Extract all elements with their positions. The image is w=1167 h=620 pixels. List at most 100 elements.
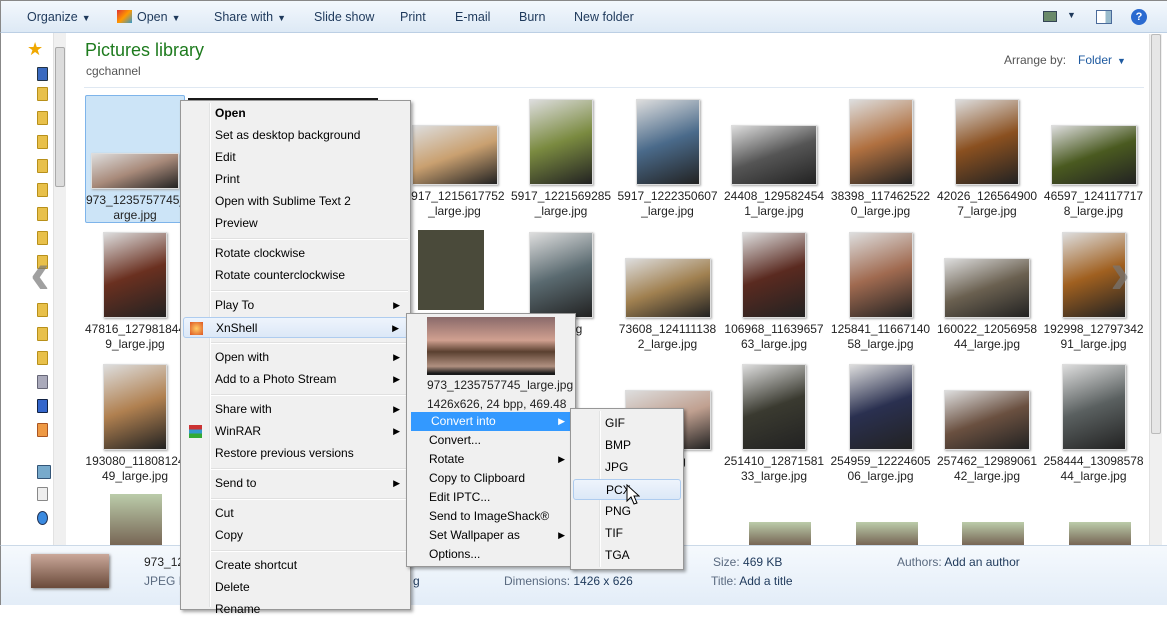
submenu-arrow-icon: ▶ (392, 323, 399, 333)
burn-button[interactable]: Burn (519, 10, 545, 24)
menu-item-open-with-sublime-text-2[interactable]: Open with Sublime Text 2 (183, 191, 408, 212)
slide-show-button[interactable]: Slide show (314, 10, 374, 24)
file-item[interactable]: 5917_1215617752 _large.jpg (405, 95, 505, 223)
nav-scrollbar[interactable] (53, 33, 66, 545)
menu-item-gif[interactable]: GIF (573, 413, 681, 434)
document-icon[interactable] (37, 487, 48, 501)
file-item[interactable]: 973_1235757745_l arge.jpg (85, 95, 189, 223)
print-button[interactable]: Print (400, 10, 426, 24)
menu-item-rotate-counterclockwise[interactable]: Rotate counterclockwise (183, 265, 408, 286)
menu-item-rotate[interactable]: Rotate ▶ (409, 450, 573, 469)
open-icon (117, 10, 132, 23)
file-item[interactable]: 42026_126564900 7_large.jpg (937, 95, 1037, 223)
menu-item-edit-iptc[interactable]: Edit IPTC... (409, 488, 573, 507)
folder-icon[interactable] (37, 135, 48, 149)
network-icon[interactable] (37, 465, 51, 479)
preview-pane-icon[interactable] (1096, 10, 1112, 24)
file-item[interactable]: 5917_1222350607 _large.jpg (618, 95, 718, 223)
menu-item-send-to-imageshack[interactable]: Send to ImageShack® (409, 507, 573, 526)
help-icon[interactable]: ? (1131, 9, 1147, 25)
share-with-button[interactable]: Share with ▼ (214, 10, 286, 24)
menu-item-bmp[interactable]: BMP (573, 435, 681, 456)
views-dropdown-icon[interactable]: ▼ (1067, 10, 1076, 20)
menu-item-preview[interactable]: Preview (183, 213, 408, 234)
menu-item-convert-into[interactable]: Convert into ▶ (411, 412, 573, 431)
file-item[interactable]: 193080_11808124 49_large.jpg (85, 360, 185, 488)
menu-item-convert[interactable]: Convert... (409, 431, 573, 450)
folder-icon[interactable] (37, 159, 48, 173)
file-item[interactable]: 46597_124117717 8_large.jpg (1044, 95, 1144, 223)
authors-field[interactable]: Add an author (944, 555, 1019, 569)
title-field[interactable]: Add a title (739, 574, 792, 588)
folder-icon[interactable] (37, 87, 48, 101)
file-item[interactable]: 160022_12056958 44_large.jpg (937, 228, 1037, 356)
computer-icon[interactable] (37, 375, 48, 389)
menu-item-jpg[interactable]: JPG (573, 457, 681, 478)
menu-item-rotate-clockwise[interactable]: Rotate clockwise (183, 243, 408, 264)
file-item[interactable]: 251410_12871581 33_large.jpg (724, 360, 824, 488)
menu-item-label: XnShell (216, 321, 258, 335)
menu-item-winrar[interactable]: WinRAR ▶ (183, 421, 408, 442)
file-thumbnail (749, 522, 811, 545)
views-icon[interactable] (1043, 11, 1057, 22)
previous-arrow-icon[interactable]: ‹ (30, 238, 50, 307)
menu-item-play-to[interactable]: Play To ▶ (183, 295, 408, 316)
menu-item-copy[interactable]: Copy (183, 525, 408, 546)
file-item[interactable]: 258444_13098578 44_large.jpg (1044, 360, 1144, 488)
folder-icon[interactable] (37, 327, 48, 341)
nav-scrollbar-thumb[interactable] (55, 47, 65, 187)
file-thumbnail (848, 99, 913, 185)
folder-icon[interactable] (37, 183, 48, 197)
content-scrollbar[interactable] (1149, 34, 1162, 545)
menu-item-print[interactable]: Print (183, 169, 408, 190)
email-button[interactable]: E-mail (455, 10, 490, 24)
organize-button[interactable]: Organize ▼ (27, 10, 91, 24)
file-thumbnail (944, 390, 1030, 450)
file-item[interactable]: 125841_11667140 58_large.jpg (831, 228, 931, 356)
new-folder-button[interactable]: New folder (574, 10, 634, 24)
file-item[interactable]: 73608_124111138 2_large.jpg (618, 228, 718, 356)
drive-icon[interactable] (37, 423, 48, 437)
file-item[interactable]: 106968_11639657 63_large.jpg (724, 228, 824, 356)
file-item[interactable]: 5917_1221569285 _large.jpg (511, 95, 611, 223)
xnshell-icon (190, 322, 203, 335)
drive-icon[interactable] (37, 399, 48, 413)
menu-item-send-to[interactable]: Send to ▶ (183, 473, 408, 494)
open-button[interactable]: Open ▼ (117, 10, 181, 24)
menu-item-tif[interactable]: TIF (573, 523, 681, 544)
folder-icon[interactable] (37, 111, 48, 125)
file-item[interactable]: 254959_12224605 06_large.jpg (831, 360, 931, 488)
menu-item-create-shortcut[interactable]: Create shortcut (183, 555, 408, 576)
menu-item-cut[interactable]: Cut (183, 503, 408, 524)
menu-item-rename[interactable]: Rename (183, 599, 408, 620)
menu-item-label: Create shortcut (215, 558, 298, 572)
file-name: 192998_12797342 91_large.jpg (1043, 322, 1144, 351)
menu-item-delete[interactable]: Delete (183, 577, 408, 598)
menu-item-options[interactable]: Options... (409, 545, 573, 564)
folder-icon[interactable] (37, 351, 48, 365)
network-icon[interactable] (37, 511, 48, 525)
menu-item-share-with[interactable]: Share with ▶ (183, 399, 408, 420)
file-item[interactable]: 24408_129582454 1_large.jpg (724, 95, 824, 223)
menu-item-open[interactable]: Open (183, 103, 408, 124)
content-scrollbar-thumb[interactable] (1151, 34, 1161, 434)
favorites-star-icon[interactable]: ★ (27, 39, 43, 60)
folder-icon[interactable] (37, 207, 48, 221)
file-thumbnail (962, 522, 1024, 545)
file-name: 125841_11667140 58_large.jpg (830, 322, 931, 351)
menu-item-xnshell[interactable]: XnShell ▶ (183, 317, 408, 338)
menu-item-restore-previous-versions[interactable]: Restore previous versions (183, 443, 408, 464)
menu-item-add-to-a-photo-stream[interactable]: Add to a Photo Stream ▶ (183, 369, 408, 390)
next-arrow-icon[interactable]: › (1110, 238, 1130, 307)
file-item[interactable]: 47816_127981844 9_large.jpg (85, 228, 185, 356)
desktop-icon[interactable] (37, 67, 48, 81)
menu-item-open-with[interactable]: Open with ▶ (183, 347, 408, 368)
menu-item-set-wallpaper-as[interactable]: Set Wallpaper as ▶ (409, 526, 573, 545)
file-item[interactable]: 257462_12989061 42_large.jpg (937, 360, 1037, 488)
file-item[interactable]: 38398_117462522 0_large.jpg (831, 95, 931, 223)
menu-item-edit[interactable]: Edit (183, 147, 408, 168)
arrange-by-dropdown[interactable]: Folder ▼ (1078, 53, 1126, 67)
menu-item-copy-to-clipboard[interactable]: Copy to Clipboard (409, 469, 573, 488)
menu-item-tga[interactable]: TGA (573, 545, 681, 566)
menu-item-set-as-desktop-background[interactable]: Set as desktop background (183, 125, 408, 146)
